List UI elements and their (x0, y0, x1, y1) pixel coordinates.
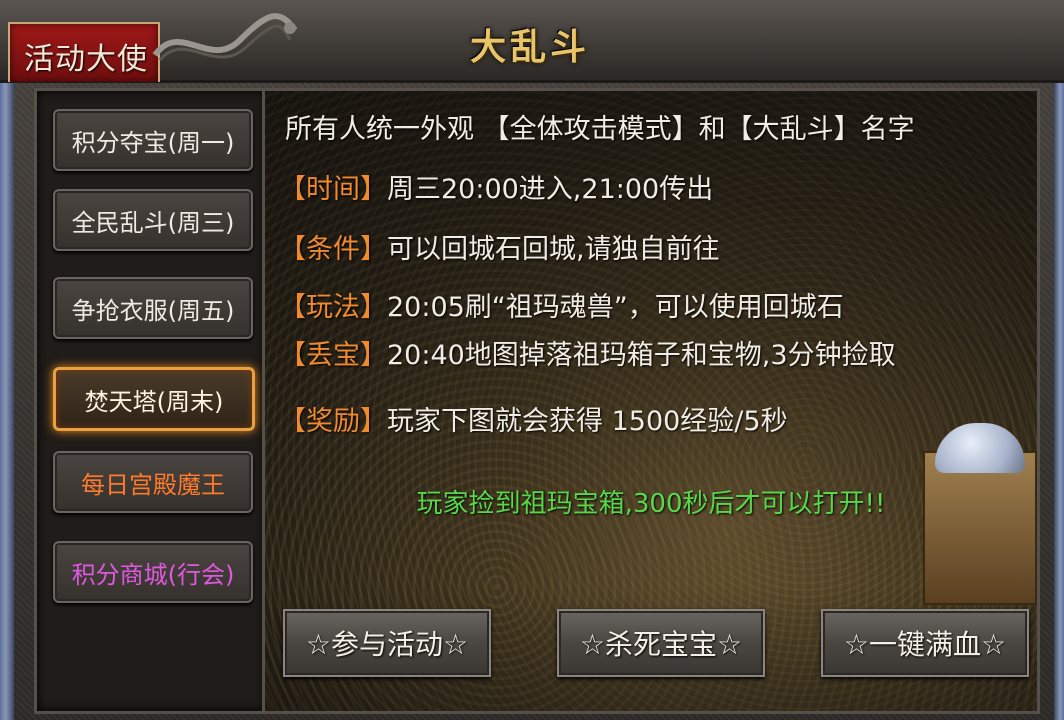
info-tag: 【条件】 (279, 234, 387, 265)
join-activity-button[interactable]: ☆参与活动☆ (283, 609, 491, 677)
info-row-time: 【时间】周三20:00进入,21:00传出 (279, 167, 713, 206)
info-value: 20:05刷“祖玛魂兽”，可以使用回城石 (387, 292, 844, 323)
activity-item-grab-clothes[interactable]: 争抢衣服(周五) (53, 277, 253, 339)
dragon-ornament-icon (152, 13, 298, 62)
info-tag: 【时间】 (279, 174, 387, 205)
info-value: 可以回城石回城,请独自前往 (387, 234, 720, 265)
intro-text: 所有人统一外观 【全体攻击模式】和【大乱斗】名字 (285, 114, 915, 145)
npc-tab-label: 活动大使 (24, 42, 148, 77)
info-value: 周三20:00进入,21:00传出 (387, 174, 714, 205)
left-border (0, 60, 14, 720)
info-value: 玩家下图就会获得 1500经验/5秒 (387, 406, 788, 437)
activity-item-palace-boss[interactable]: 每日宫殿魔王 (53, 451, 253, 513)
activity-item-points-shop[interactable]: 积分商城(行会) (53, 541, 253, 603)
info-row-drop: 【丢宝】20:40地图掉落祖玛箱子和宝物,3分钟捡取 (279, 333, 896, 372)
info-tag: 【奖励】 (279, 406, 387, 437)
window-title: 大乱斗 (469, 26, 590, 68)
info-row-gameplay: 【玩法】20:05刷“祖玛魂兽”，可以使用回城石 (279, 285, 844, 324)
kill-pet-button[interactable]: ☆杀死宝宝☆ (557, 609, 765, 677)
activity-detail-panel: 所有人统一外观 【全体攻击模式】和【大乱斗】名字 【时间】周三20:00进入,2… (262, 88, 1040, 714)
right-border (1054, 60, 1064, 720)
npc-tab: 活动大使 (8, 22, 160, 82)
activity-list: 积分夺宝(周一) 全民乱斗(周三) 争抢衣服(周五) 焚天塔(周末) 每日宫殿魔… (34, 88, 268, 714)
info-tag: 【玩法】 (279, 292, 387, 323)
info-row-reward: 【奖励】玩家下图就会获得 1500经验/5秒 (279, 399, 788, 438)
chest-notice: 玩家捡到祖玛宝箱,300秒后才可以打开!! (416, 489, 886, 519)
info-row-condition: 【条件】可以回城石回城,请独自前往 (279, 227, 720, 266)
activity-item-burning-tower[interactable]: 焚天塔(周末) (53, 367, 255, 431)
activity-item-brawl[interactable]: 全民乱斗(周三) (53, 189, 253, 251)
title-bar: 活动大使 大乱斗 (0, 0, 1064, 83)
activity-window: 活动大使 大乱斗 积分夺宝(周一) 全民乱斗(周三) 争抢衣服(周五) 焚天塔(… (0, 0, 1064, 720)
info-value: 20:40地图掉落祖玛箱子和宝物,3分钟捡取 (387, 340, 896, 371)
info-tag: 【丢宝】 (279, 340, 387, 371)
full-heal-button[interactable]: ☆一键满血☆ (821, 609, 1029, 677)
activity-item-points-treasure[interactable]: 积分夺宝(周一) (53, 109, 253, 171)
